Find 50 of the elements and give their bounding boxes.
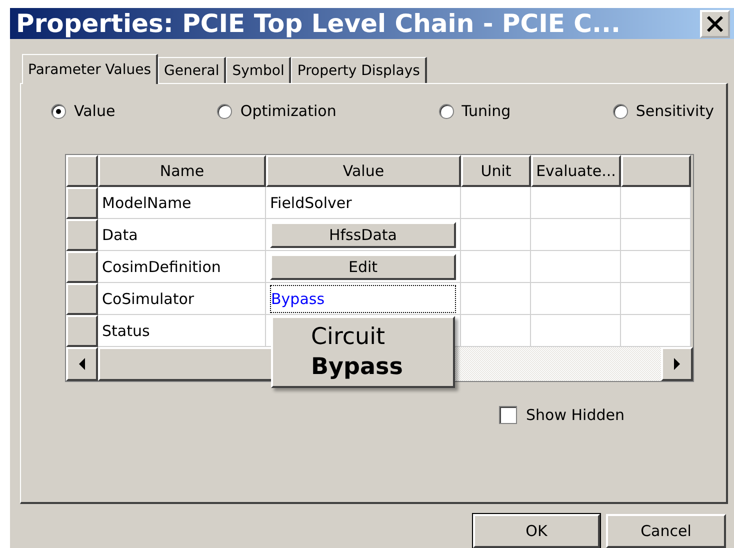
radio-label: Sensitivity [636,102,714,120]
scroll-left-button[interactable] [66,347,98,381]
checkbox-label: Show Hidden [526,406,624,424]
radio-button[interactable] [217,104,232,118]
table-cell [461,315,531,347]
tab[interactable]: Symbol [226,57,292,83]
table-cell [621,187,691,219]
row-header[interactable] [66,283,98,315]
radio-button[interactable] [438,104,454,118]
table-cell: Status [98,315,266,347]
tab[interactable]: Parameter Values [22,54,158,84]
close-button[interactable] [700,10,730,38]
tab[interactable]: General [158,57,226,83]
left-arrow-icon [79,358,85,370]
table-cell: CosimDefinition [98,251,266,283]
table-cell [621,315,691,347]
table-cell [621,251,691,283]
tab[interactable]: Property Displays [291,57,427,83]
column-header: Name [98,155,266,187]
window-title: Properties: PCIE Top Level Chain - PCIE C... [16,9,620,38]
radio-label: Tuning [462,102,511,120]
scroll-right-button[interactable] [661,347,693,381]
table-cell [621,283,691,315]
radio-label: Optimization [240,102,336,120]
choice-field[interactable]: Bypass [270,284,456,312]
checkbox[interactable] [499,406,517,424]
column-header: Value [266,155,461,187]
row-header[interactable] [66,315,98,347]
cell-button[interactable]: Edit [270,254,456,280]
dropdown-option[interactable]: Circuit [273,322,453,352]
column-header: Unit [461,155,531,187]
table-cell: Data [98,219,266,251]
table-cell: FieldSolver [266,187,461,219]
row-header[interactable] [66,219,98,251]
row-header[interactable] [66,251,98,283]
dropdown-option[interactable]: Bypass [273,352,453,382]
close-icon [706,14,724,32]
radio-button[interactable] [612,104,628,118]
table-cell: CoSimulator [98,283,266,315]
radio-label: Value [74,102,116,120]
radio-button[interactable] [51,104,66,118]
dialog-button[interactable]: OK [473,514,600,548]
table-cell: ModelName [98,187,266,219]
dialog-button[interactable]: Cancel [606,514,726,548]
table-cell [461,187,531,219]
right-arrow-icon [674,358,680,370]
column-header: Evaluate... [531,155,621,187]
row-header[interactable] [66,187,98,219]
table-cell [621,219,691,251]
cell-button[interactable]: HfssData [270,222,456,248]
